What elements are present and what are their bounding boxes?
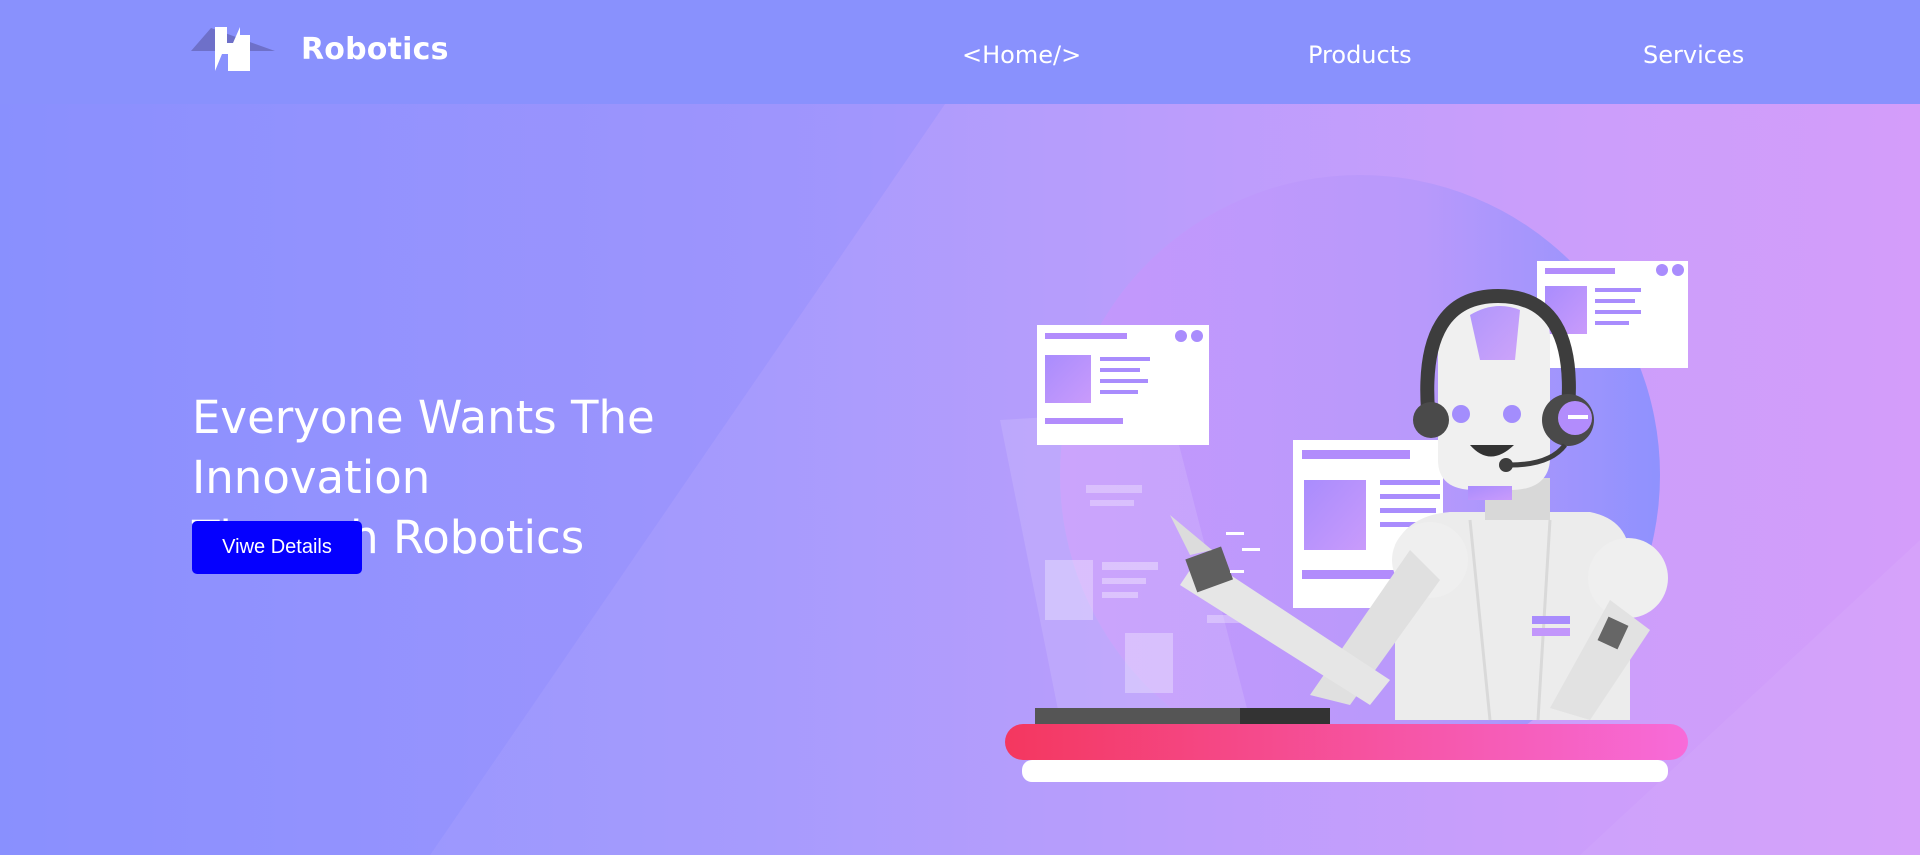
robotics-logo-icon [191, 27, 275, 71]
site-header: Robotics <Home/> Products Services [0, 0, 1920, 104]
nav-home-link[interactable]: <Home/> [962, 41, 1081, 69]
robot-support-agent-icon [1000, 175, 1688, 782]
view-details-button[interactable]: Viwe Details [192, 521, 362, 574]
hero-title-line-1: Everyone Wants The Innovation [192, 391, 655, 504]
brand-logo[interactable]: Robotics [191, 25, 449, 73]
brand-name: Robotics [301, 31, 449, 67]
nav-products-link[interactable]: Products [1308, 41, 1412, 69]
nav-services-link[interactable]: Services [1643, 41, 1744, 69]
